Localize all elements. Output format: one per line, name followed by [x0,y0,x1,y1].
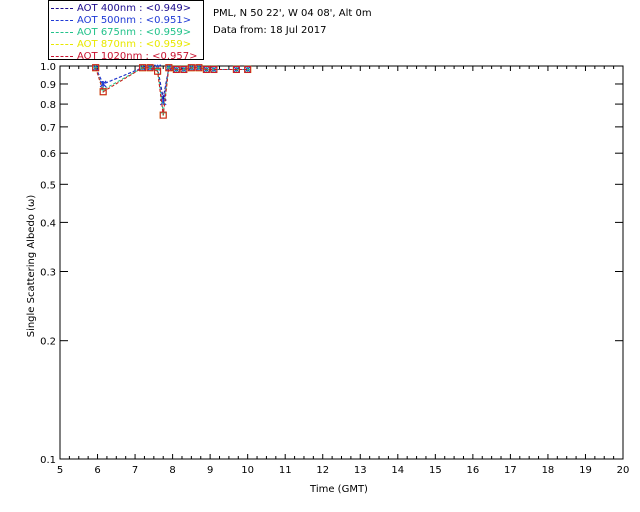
series-line-4 [95,67,248,116]
y-axis-label: Single Scattering Albedo (ω) [26,195,37,338]
x-tick-label: 10 [241,465,254,476]
legend-swatch-400 [51,7,73,9]
y-tick-label: 1.0 [40,62,56,73]
y-tick-label: 0.8 [40,100,56,111]
plot-frame [59,65,624,460]
legend-item-675: AOT 675nm : <0.959> [51,27,191,39]
y-tick-label: 0.2 [40,337,56,348]
y-tick-label: 0.5 [40,180,56,191]
chart-svg: 5 6 7 8 9 10 11 12 13 14 15 16 17 18 19 20 0.1 0.2 0.3 0.4 0… [26,62,629,495]
x-tick-label: 11 [279,465,292,476]
site-info: PML, N 50 22', W 04 08', Alt 0m [213,8,372,19]
y-tick-label: 0.1 [40,455,56,466]
x-tick-label: 6 [94,465,100,476]
legend-swatch-870 [51,43,73,45]
x-tick-label: 12 [316,465,329,476]
y-tick-label: 0.7 [40,123,56,134]
series-line-1 [95,67,248,103]
x-tick-label: 14 [391,465,404,476]
legend: AOT 400nm : <0.949> AOT 500nm : <0.951> … [48,0,204,63]
y-tick-label: 0.4 [40,218,56,229]
series-line-2 [95,67,248,113]
x-tick-label: 18 [542,465,555,476]
x-axis-label: Time (GMT) [309,484,368,495]
x-tick-label: 16 [466,465,479,476]
legend-label-675: AOT 675nm : <0.959> [77,27,192,38]
legend-item-500: AOT 500nm : <0.951> [51,15,191,27]
legend-label-400: AOT 400nm : <0.949> [77,3,192,14]
x-tick-label: 17 [504,465,517,476]
x-tick-label: 20 [617,465,630,476]
legend-swatch-500 [51,19,73,21]
series-layer [92,64,252,119]
y-tick-label: 0.9 [40,80,56,91]
x-tick-label: 15 [429,465,442,476]
y-tick-label: 0.6 [40,149,56,160]
legend-swatch-1020 [51,55,73,57]
date-info: Data from: 18 Jul 2017 [213,25,327,36]
y-tick-label: 0.3 [40,267,56,278]
x-tick-label: 7 [132,465,138,476]
legend-item-1020: AOT 1020nm : <0.957> [51,51,197,63]
legend-label-870: AOT 870nm : <0.959> [77,39,192,50]
x-tick-label: 13 [354,465,367,476]
series-line-3 [95,67,248,116]
legend-item-870: AOT 870nm : <0.959> [51,39,191,51]
legend-label-1020: AOT 1020nm : <0.957> [77,51,198,62]
axis-ticks: 5 6 7 8 9 10 11 12 13 14 15 16 17 18 19 20 0.1 0.2 0.3 0.4 0… [40,62,629,476]
legend-item-400: AOT 400nm : <0.949> [51,3,191,15]
x-tick-label: 8 [169,465,175,476]
x-tick-label: 9 [207,465,213,476]
legend-label-500: AOT 500nm : <0.951> [77,15,192,26]
legend-swatch-675 [51,31,73,33]
x-tick-label: 5 [57,465,63,476]
x-tick-label: 19 [579,465,592,476]
